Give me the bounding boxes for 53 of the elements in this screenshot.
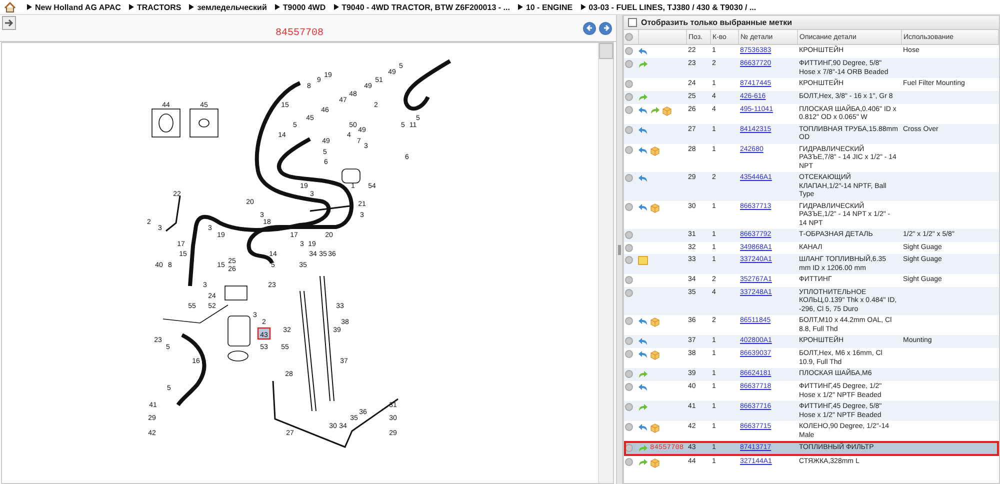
triangle-icon bbox=[334, 4, 339, 10]
triangle-icon bbox=[189, 4, 194, 10]
reply-arrow-icon[interactable] bbox=[638, 47, 648, 56]
breadcrumb-link[interactable]: New Holland AG APAC bbox=[35, 2, 121, 12]
back-button[interactable] bbox=[583, 22, 596, 34]
filter-label: Отобразить только выбранные метки bbox=[641, 18, 792, 27]
forward-arrow-icon[interactable] bbox=[638, 403, 648, 412]
right-arrow-icon bbox=[602, 24, 610, 32]
box-icon[interactable] bbox=[662, 106, 672, 116]
box-icon[interactable] bbox=[650, 423, 660, 433]
box-icon[interactable] bbox=[650, 202, 660, 212]
breadcrumb-link[interactable]: T9000 4WD bbox=[282, 2, 326, 12]
reply-arrow-icon[interactable] bbox=[638, 146, 648, 154]
box-icon[interactable] bbox=[650, 458, 660, 468]
box-icon[interactable] bbox=[650, 317, 660, 327]
add-icon[interactable] bbox=[625, 202, 633, 210]
add-icon[interactable] bbox=[625, 126, 633, 134]
reply-arrow-icon[interactable] bbox=[638, 202, 648, 212]
forward-button[interactable] bbox=[599, 22, 612, 34]
box-icon[interactable] bbox=[650, 146, 660, 156]
breadcrumb-link[interactable]: T9040 - 4WD TRACTOR, BTW Z6F200013 - ... bbox=[342, 2, 510, 12]
add-icon[interactable] bbox=[625, 317, 633, 325]
breadcrumb-link[interactable]: земледельческий bbox=[197, 2, 267, 12]
triangle-icon bbox=[27, 4, 32, 10]
home-icon[interactable] bbox=[4, 2, 16, 12]
reply-arrow-icon[interactable] bbox=[638, 317, 648, 326]
add-icon[interactable] bbox=[625, 423, 633, 431]
reply-arrow-icon[interactable] bbox=[638, 126, 648, 134]
triangle-icon bbox=[128, 4, 134, 10]
triangle-icon bbox=[580, 4, 586, 10]
note-icon[interactable] bbox=[638, 256, 648, 265]
left-arrow-icon bbox=[586, 24, 594, 32]
arrow-icon bbox=[4, 18, 14, 28]
checkbox[interactable] bbox=[628, 18, 637, 27]
breadcrumb-link[interactable]: 03-03 - FUEL LINES, TJ380 / 430 & T9030 / ... bbox=[588, 2, 756, 12]
triangle-icon bbox=[274, 4, 280, 10]
scrollbar[interactable] bbox=[598, 43, 613, 483]
reply-arrow-icon[interactable] bbox=[638, 383, 648, 392]
breadcrumb-link[interactable]: 10 - ENGINE bbox=[526, 2, 573, 12]
leader-line bbox=[162, 304, 228, 324]
forward-arrow-icon[interactable] bbox=[638, 370, 648, 379]
forward-arrow-icon[interactable] bbox=[638, 60, 648, 69]
add-icon[interactable] bbox=[625, 403, 633, 411]
panel-toggle-button[interactable] bbox=[2, 16, 16, 30]
reply-arrow-icon[interactable] bbox=[638, 423, 648, 432]
triangle-icon bbox=[518, 4, 523, 10]
part-number: 84557708 bbox=[274, 28, 324, 41]
reply-arrow-icon[interactable] bbox=[638, 174, 648, 183]
breadcrumb-link[interactable]: TRACTORS bbox=[136, 2, 182, 12]
reply-arrow-icon[interactable] bbox=[638, 106, 648, 114]
add-icon[interactable] bbox=[625, 174, 633, 182]
box-icon[interactable] bbox=[650, 350, 660, 360]
add-icon[interactable] bbox=[625, 146, 633, 154]
